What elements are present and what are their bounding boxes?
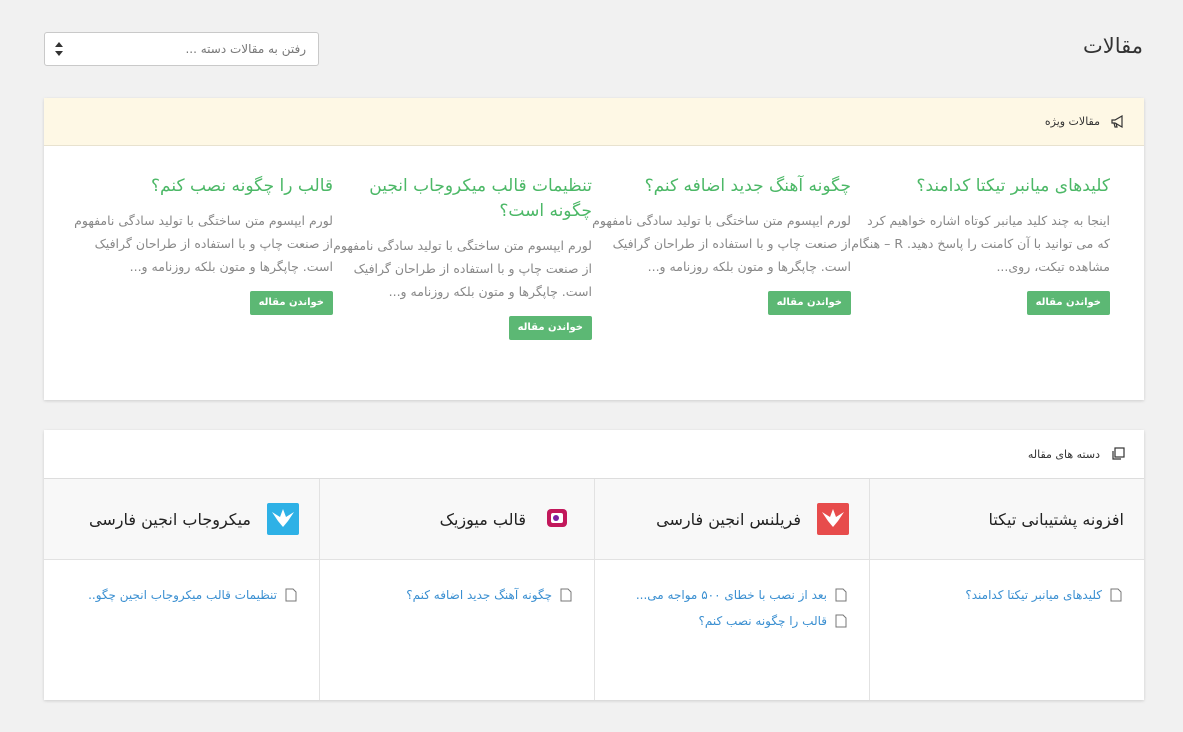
category-article-link[interactable]: بعد از نصب با خطای ۵۰۰ مواجه می... — [605, 582, 847, 608]
document-icon — [835, 588, 847, 602]
category-header[interactable]: فریلنس انجین فارسی — [595, 479, 869, 560]
category-article-link[interactable]: چگونه آهنگ جدید اضافه کنم؟ — [330, 582, 572, 608]
document-icon — [560, 588, 572, 602]
featured-articles-title: مقالات ویژه — [1044, 115, 1100, 128]
category-name[interactable]: قالب میوزیک — [440, 510, 526, 529]
document-icon — [835, 614, 847, 628]
article-excerpt: لورم ایپسوم متن ساختگی با تولید سادگی نا… — [74, 213, 333, 274]
article-categories-panel: دسته های مقاله افزونه پشتیبانی تیکتا کلی… — [44, 430, 1144, 700]
category-column: میکروجاب انجین فارسی تنظیمات قالب میکروج… — [44, 479, 319, 700]
category-jump-select[interactable]: رفتن به مقالات دسته ... — [44, 32, 319, 66]
freelance-engine-logo — [817, 503, 849, 535]
category-links: چگونه آهنگ جدید اضافه کنم؟ — [320, 560, 594, 608]
category-header[interactable]: قالب میوزیک — [320, 479, 594, 560]
category-links: کلیدهای میانبر تیکتا کدامند؟ — [870, 560, 1144, 608]
article-excerpt: لورم ایپسوم متن ساختگی با تولید سادگی نا… — [333, 238, 592, 299]
link-label[interactable]: قالب را چگونه نصب کنم؟ — [699, 614, 827, 628]
category-article-link[interactable]: تنظیمات قالب میکروجاب انجین چگو.. — [54, 582, 297, 608]
select-arrows-icon — [55, 42, 63, 56]
bird-icon — [817, 503, 849, 535]
category-header[interactable]: افزونه پشتیبانی تیکتا — [870, 479, 1144, 560]
read-article-button[interactable]: خواندن مقاله — [508, 316, 592, 340]
featured-article: کلیدهای میانبر تیکتا کدامند؟ اینجا به چن… — [851, 146, 1110, 340]
category-columns: افزونه پشتیبانی تیکتا کلیدهای میانبر تیک… — [44, 479, 1144, 700]
category-article-link[interactable]: قالب را چگونه نصب کنم؟ — [605, 608, 847, 634]
article-title[interactable]: کلیدهای میانبر تیکتا کدامند؟ — [851, 174, 1110, 199]
category-links: بعد از نصب با خطای ۵۰۰ مواجه می... قالب … — [595, 560, 869, 634]
article-title[interactable]: چگونه آهنگ جدید اضافه کنم؟ — [592, 174, 851, 199]
featured-articles-panel: مقالات ویژه کلیدهای میانبر تیکتا کدامند؟… — [44, 98, 1144, 400]
document-icon — [285, 588, 297, 602]
article-excerpt: لورم ایپسوم متن ساختگی با تولید سادگی نا… — [592, 213, 851, 274]
bird-icon — [267, 503, 299, 535]
category-header[interactable]: میکروجاب انجین فارسی — [44, 479, 319, 560]
megaphone-icon — [1111, 114, 1123, 128]
article-title[interactable]: تنظیمات قالب میکروجاب انجین چگونه است؟ — [333, 174, 592, 224]
microjob-engine-logo — [267, 503, 299, 535]
featured-articles-list: کلیدهای میانبر تیکتا کدامند؟ اینجا به چن… — [44, 146, 1144, 340]
category-column: فریلنس انجین فارسی بعد از نصب با خطای ۵۰… — [594, 479, 869, 700]
featured-article: چگونه آهنگ جدید اضافه کنم؟ لورم ایپسوم م… — [592, 146, 851, 340]
link-label[interactable]: کلیدهای میانبر تیکتا کدامند؟ — [965, 588, 1102, 602]
read-article-button[interactable]: خواندن مقاله — [1026, 291, 1110, 315]
document-icon — [1110, 588, 1122, 602]
category-article-link[interactable]: کلیدهای میانبر تیکتا کدامند؟ — [880, 582, 1122, 608]
article-excerpt: اینجا به چند کلید میانبر کوتاه اشاره خوا… — [851, 213, 1110, 274]
read-article-button[interactable]: خواندن مقاله — [249, 291, 333, 315]
link-label[interactable]: تنظیمات قالب میکروجاب انجین چگو.. — [88, 588, 277, 602]
article-categories-title: دسته های مقاله — [1027, 447, 1100, 461]
article-categories-header: دسته های مقاله — [44, 430, 1144, 479]
category-column: قالب میوزیک چگونه آهنگ جدید اضافه کنم؟ — [319, 479, 594, 700]
category-links: تنظیمات قالب میکروجاب انجین چگو.. — [44, 560, 319, 608]
category-name[interactable]: فریلنس انجین فارسی — [656, 510, 801, 529]
featured-article: قالب را چگونه نصب کنم؟ لورم ایپسوم متن س… — [74, 146, 333, 340]
page-title: مقالات — [1082, 34, 1143, 58]
category-column: افزونه پشتیبانی تیکتا کلیدهای میانبر تیک… — [869, 479, 1144, 700]
music-icon — [547, 509, 567, 527]
featured-articles-header: مقالات ویژه — [44, 98, 1144, 146]
category-name[interactable]: میکروجاب انجین فارسی — [89, 510, 251, 529]
article-title[interactable]: قالب را چگونه نصب کنم؟ — [74, 174, 333, 199]
category-jump-placeholder: رفتن به مقالات دسته ... — [185, 42, 306, 56]
link-label[interactable]: چگونه آهنگ جدید اضافه کنم؟ — [406, 588, 552, 602]
copy-icon — [1112, 447, 1125, 460]
music-logo — [542, 503, 574, 535]
category-name[interactable]: افزونه پشتیبانی تیکتا — [988, 510, 1124, 529]
featured-article: تنظیمات قالب میکروجاب انجین چگونه است؟ ل… — [333, 146, 592, 340]
link-label[interactable]: بعد از نصب با خطای ۵۰۰ مواجه می... — [636, 588, 827, 602]
read-article-button[interactable]: خواندن مقاله — [767, 291, 851, 315]
